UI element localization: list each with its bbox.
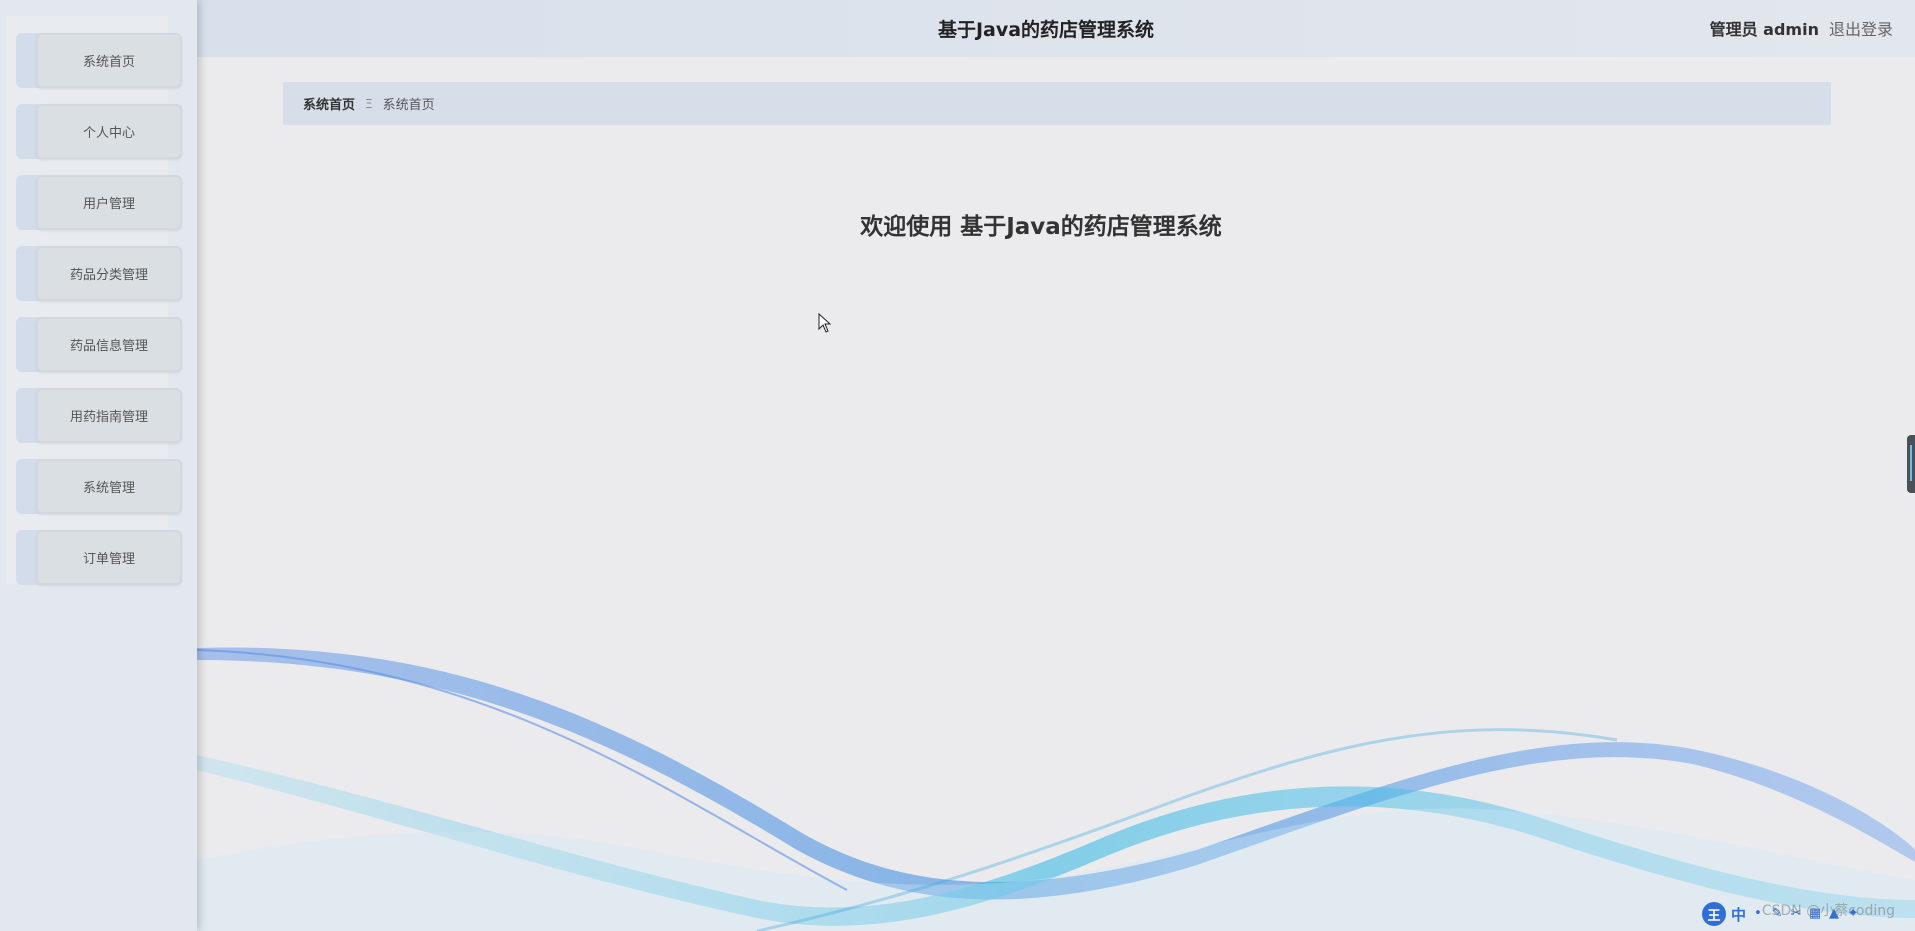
floating-side-tab[interactable]: [1907, 435, 1915, 493]
app-title: 基于Java的药店管理系统: [937, 19, 1155, 41]
user-label: 管理员 admin: [1709, 20, 1819, 39]
sidebar-item-medication-guide[interactable]: 用药指南管理: [16, 388, 182, 443]
sidebar-item-order-management[interactable]: 订单管理: [16, 530, 182, 585]
ime-mode-toggle[interactable]: 中: [1731, 904, 1746, 925]
sidebar-item-label: 药品信息管理: [36, 317, 182, 372]
background-waves: [197, 647, 1915, 931]
welcome-heading: 欢迎使用 基于Java的药店管理系统: [860, 214, 1222, 240]
sidebar-item-label: 个人中心: [36, 104, 182, 159]
ime-logo-icon[interactable]: 王: [1702, 902, 1726, 926]
sidebar-item-label: 订单管理: [36, 530, 182, 585]
sidebar-item-label: 用药指南管理: [36, 388, 182, 443]
sidebar-item-drug-info[interactable]: 药品信息管理: [16, 317, 182, 372]
breadcrumb-separator-icon: Ξ: [365, 96, 373, 111]
sidebar-item-user-management[interactable]: 用户管理: [16, 175, 182, 230]
watermark-text: CSDN @小蔡coding: [1761, 903, 1895, 919]
sidebar: 系统首页 个人中心 用户管理 药品分类管理 药品信息管理 用药指南管理 系统管理…: [0, 0, 197, 931]
sidebar-item-label: 药品分类管理: [36, 246, 182, 301]
logout-link[interactable]: 退出登录: [1829, 16, 1893, 40]
top-header: 基于Java的药店管理系统 管理员 admin 退出登录: [197, 0, 1915, 57]
sidebar-item-home[interactable]: 系统首页: [16, 33, 182, 88]
mouse-cursor-icon: [818, 313, 832, 333]
breadcrumb: 系统首页 Ξ 系统首页: [283, 82, 1831, 125]
sidebar-item-label: 用户管理: [36, 175, 182, 230]
sidebar-item-system-management[interactable]: 系统管理: [16, 459, 182, 514]
app-root: 系统首页 个人中心 用户管理 药品分类管理 药品信息管理 用药指南管理 系统管理…: [0, 0, 1915, 931]
header-user-area: 管理员 admin 退出登录: [1710, 16, 1893, 40]
breadcrumb-current: 系统首页: [382, 98, 435, 113]
sidebar-item-label: 系统首页: [36, 33, 182, 88]
sidebar-item-label: 系统管理: [36, 459, 182, 514]
breadcrumb-home-link[interactable]: 系统首页: [303, 94, 355, 113]
sidebar-item-drug-category[interactable]: 药品分类管理: [16, 246, 182, 301]
sidebar-item-personal-center[interactable]: 个人中心: [16, 104, 182, 159]
